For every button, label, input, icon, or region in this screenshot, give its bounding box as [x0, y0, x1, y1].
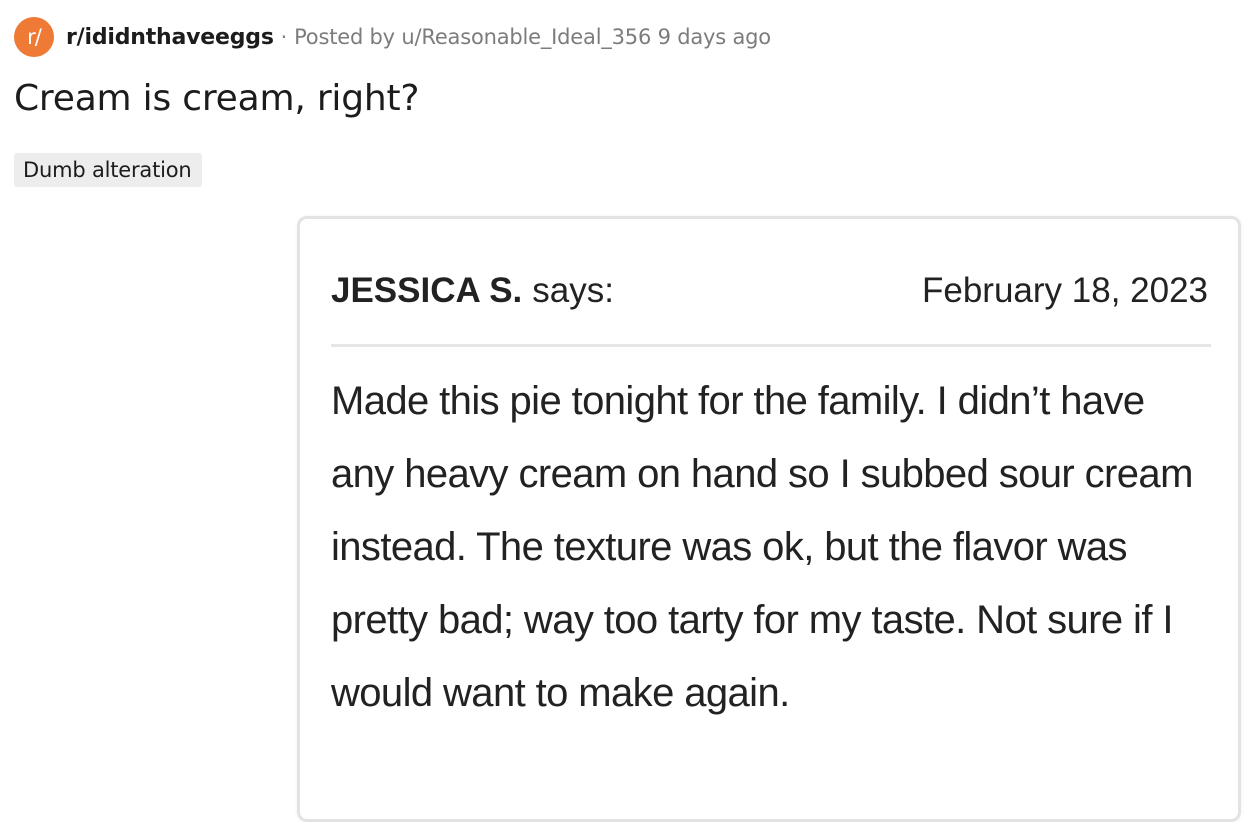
post-age[interactable]: 9 days ago: [658, 25, 772, 49]
comment-header: JESSICA S. says: February 18, 2023: [331, 269, 1208, 313]
post-header: r/ r/ididnthaveeggs · Posted by u/Reason…: [14, 17, 771, 57]
comment-body: Made this pie tonight for the family. I …: [331, 379, 1193, 715]
posted-by-label: Posted by: [294, 25, 395, 49]
subreddit-icon[interactable]: r/: [14, 17, 54, 57]
comment-divider: [331, 344, 1211, 347]
comment-date: February 18, 2023: [921, 271, 1208, 310]
post-flair[interactable]: Dumb alteration: [14, 153, 202, 187]
comment-screenshot: JESSICA S. says: February 18, 2023 Made t…: [297, 216, 1241, 822]
comment-author-line: JESSICA S. says:: [331, 271, 614, 311]
meta-separator: ·: [280, 25, 288, 49]
subreddit-link[interactable]: r/ididnthaveeggs: [66, 25, 274, 50]
comment-says-label: says:: [532, 271, 614, 310]
comment-author: JESSICA S.: [331, 271, 523, 310]
post-title[interactable]: Cream is cream, right?: [14, 78, 420, 119]
post-author-link[interactable]: u/Reasonable_Ideal_356: [401, 25, 651, 49]
